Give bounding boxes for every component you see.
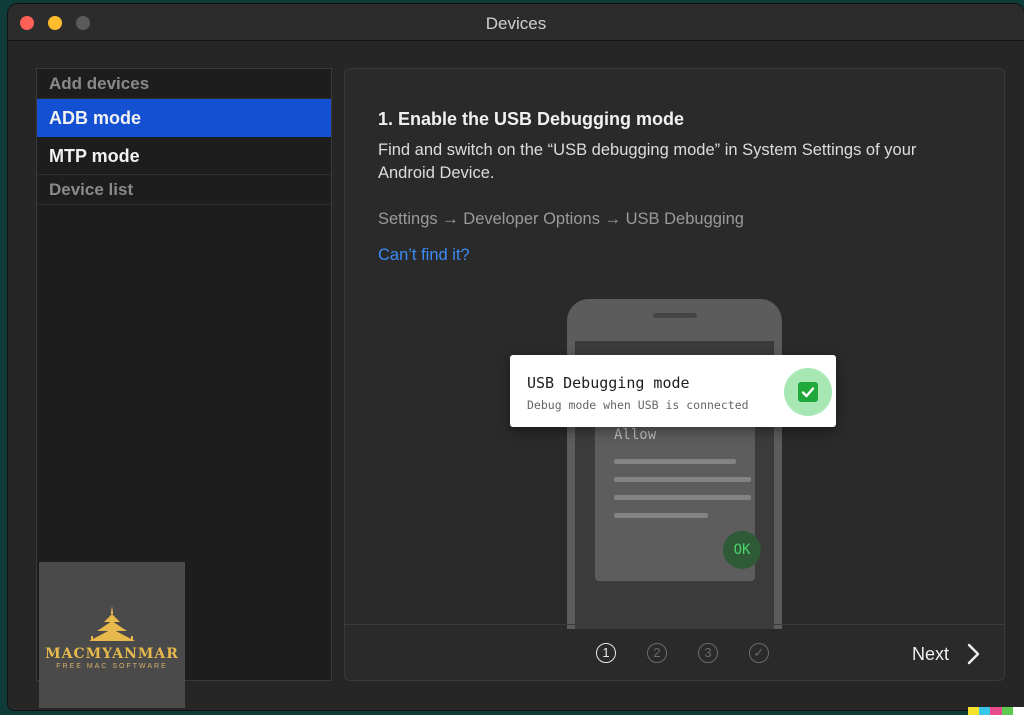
next-button-label: Next <box>912 644 950 664</box>
title-bar: Devices <box>8 4 1024 41</box>
card-title: USB Debugging mode <box>527 374 690 392</box>
pagoda-logo-icon <box>89 606 135 641</box>
phone-speaker <box>653 313 697 318</box>
text-line <box>614 477 751 482</box>
checkmark-icon <box>798 382 818 402</box>
step-indicator-1: 1 <box>596 643 616 663</box>
cant-find-it-link[interactable]: Can’t find it? <box>378 246 470 265</box>
sidebar-item-adb-mode[interactable]: ADB mode <box>37 99 331 137</box>
wizard-footer: 1 2 3 ✓ Next <box>345 624 1004 680</box>
checkbox-halo <box>784 368 832 416</box>
text-line <box>614 495 751 500</box>
step-description: Find and switch on the “USB debugging mo… <box>378 141 917 182</box>
window-title: Devices <box>485 14 547 33</box>
step-title: 1. Enable the USB Debugging mode <box>378 109 685 129</box>
step-indicator-2: 2 <box>647 643 667 663</box>
sidebar-section-add-devices: Add devices <box>37 69 331 99</box>
watermark-tagline: FREE MAC SOFTWARE <box>56 663 168 670</box>
next-button[interactable]: Next <box>912 639 980 669</box>
macmyanmar-watermark: MACMYANMAR FREE MAC SOFTWARE <box>39 562 185 708</box>
watermark-name: MACMYANMAR <box>45 646 179 662</box>
chevron-right-icon <box>967 643 981 674</box>
step-indicator-3: 3 <box>698 643 718 663</box>
card-subtitle: Debug mode when USB is connected <box>527 398 749 412</box>
color-strip <box>968 707 1024 715</box>
phone-icon: Allow OK <box>567 299 782 629</box>
allow-label: Allow <box>614 427 657 443</box>
main-panel: 1. Enable the USB Debugging mode Find an… <box>344 68 1005 681</box>
settings-path: Settings → Developer Options → USB Debug… <box>378 210 744 228</box>
step-indicator-done: ✓ <box>749 643 769 663</box>
text-line <box>614 459 736 464</box>
usb-debugging-card: USB Debugging mode Debug mode when USB i… <box>510 355 836 427</box>
allow-dialog: Allow OK <box>595 413 761 581</box>
sidebar-section-device-list: Device list <box>37 175 331 205</box>
phone-illustration: Allow OK USB Debugging mode Debug mode w… <box>505 291 845 629</box>
text-line <box>614 513 708 518</box>
ok-badge: OK <box>723 531 761 569</box>
sidebar-item-mtp-mode[interactable]: MTP mode <box>37 137 331 175</box>
